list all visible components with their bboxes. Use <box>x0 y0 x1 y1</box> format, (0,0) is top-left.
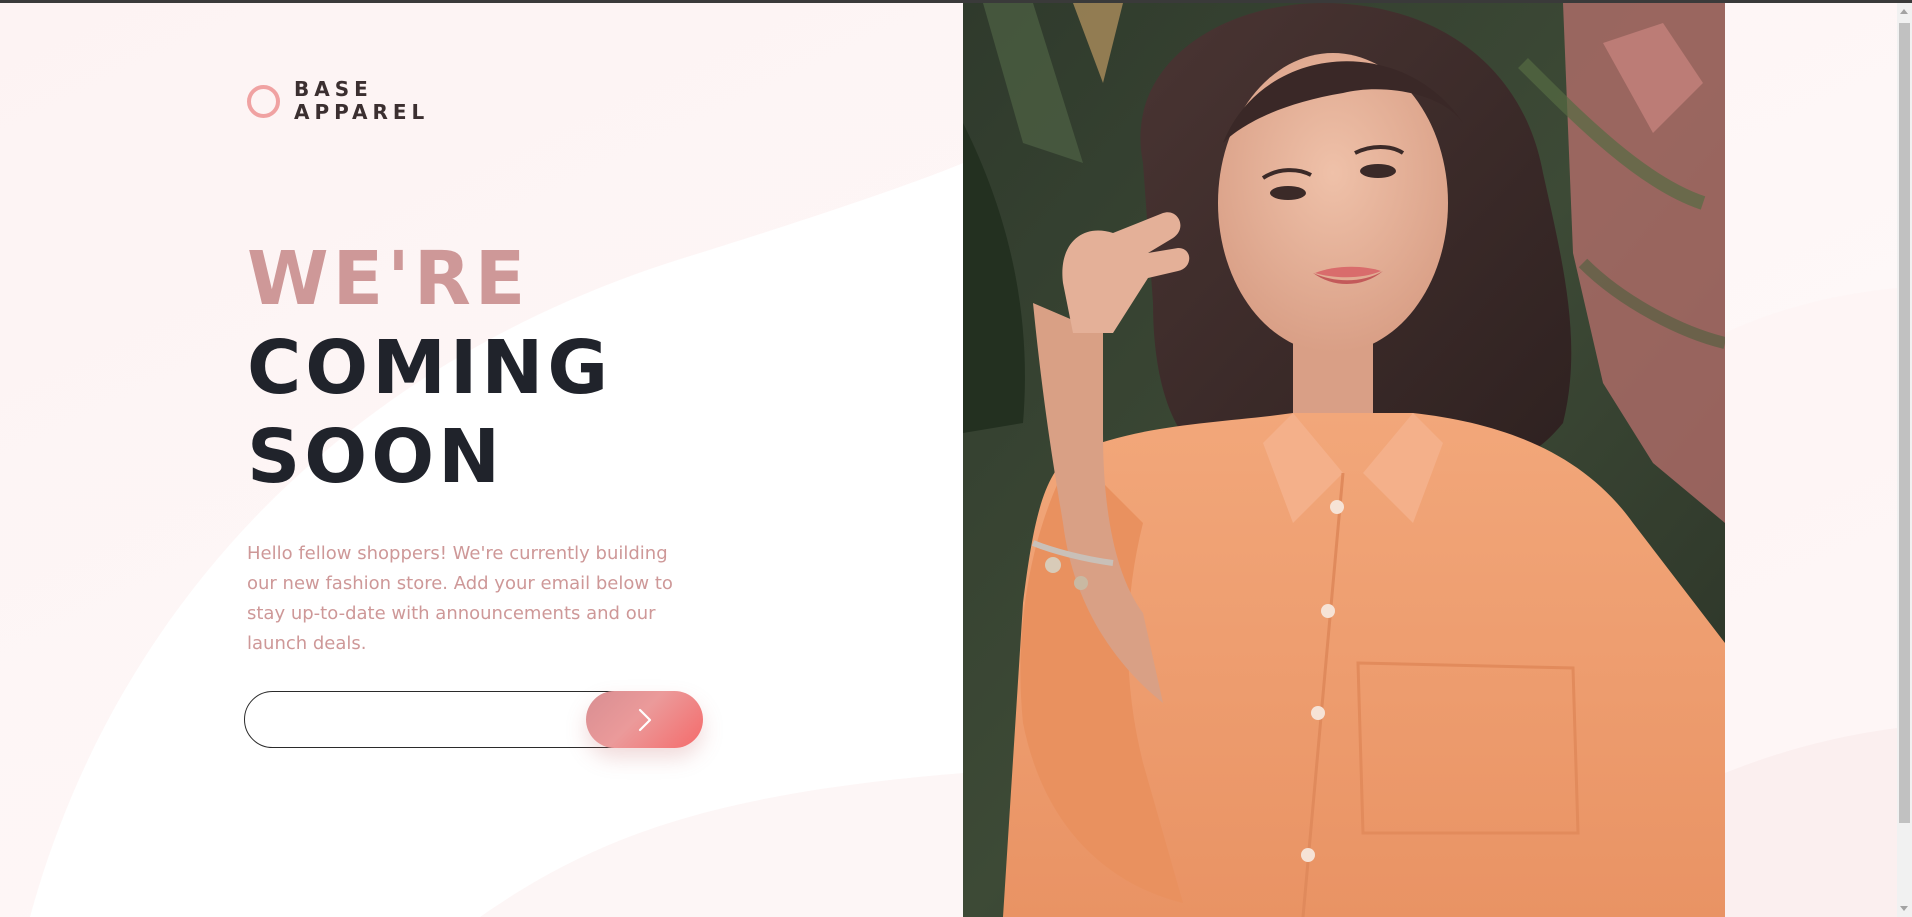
brand-name-line2: APPAREL <box>294 100 430 124</box>
headline-dark-line2: SOON <box>247 414 505 500</box>
intro-description: Hello fellow shoppers! We're currently b… <box>247 543 673 654</box>
headline-light: WE'RE <box>247 236 530 322</box>
scroll-down-icon[interactable] <box>1900 906 1908 911</box>
page-headline: WE'RE COMING SOON <box>247 235 612 502</box>
landing-page: BASE APPAREL WE'RE COMING SOON Hello fel… <box>0 3 1897 917</box>
scrollbar-thumb[interactable] <box>1899 23 1910 823</box>
hero-photo-illustration <box>963 3 1725 917</box>
vertical-scrollbar[interactable] <box>1897 3 1912 917</box>
chevron-right-icon <box>638 708 651 731</box>
brand-logo[interactable]: BASE APPAREL <box>247 78 429 124</box>
submit-button[interactable] <box>586 691 703 748</box>
ring-icon <box>247 84 280 118</box>
headline-dark-line1: COMING <box>247 325 613 411</box>
brand-name-line1: BASE <box>294 77 373 101</box>
brand-name: BASE APPAREL <box>294 78 429 124</box>
email-signup-form <box>244 691 703 748</box>
scroll-up-icon[interactable] <box>1900 9 1908 14</box>
hero-photo <box>963 3 1725 917</box>
window-top-border <box>0 0 1912 3</box>
